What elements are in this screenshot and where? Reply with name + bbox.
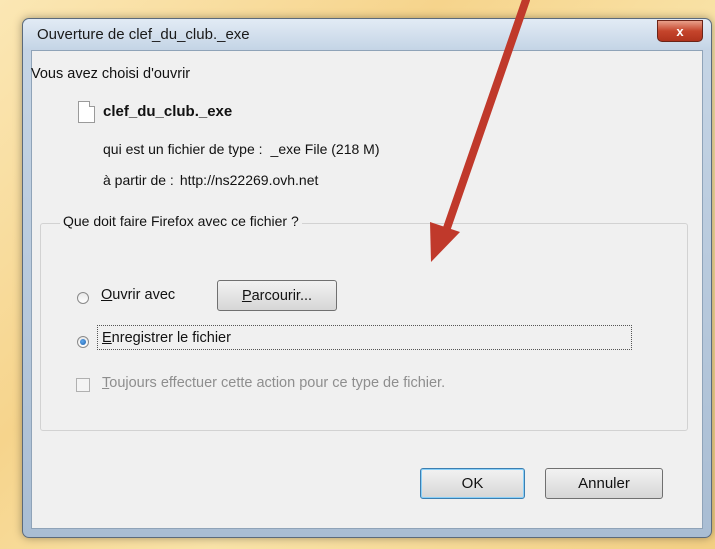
dialog-title: Ouverture de clef_du_club._exe — [37, 26, 250, 43]
close-icon: x — [676, 23, 684, 39]
ok-button[interactable]: OK — [420, 468, 525, 499]
chosen-to-open-label: Vous avez choisi d'ouvrir — [31, 66, 191, 82]
file-name: clef_du_club._exe — [103, 103, 233, 120]
source-url: http://ns22269.ovh.net — [179, 172, 319, 188]
save-file-radio[interactable] — [77, 336, 89, 348]
file-type-value-end: ) — [374, 141, 380, 157]
save-file-label[interactable]: Enregistrer le fichier — [102, 330, 231, 346]
open-with-radio[interactable] — [77, 292, 89, 304]
file-icon — [78, 101, 95, 123]
action-group-label: Que doit faire Firefox avec ce fichier ? — [60, 213, 302, 229]
browse-button[interactable]: Parcourir... — [217, 280, 337, 311]
file-type-line: qui est un fichier de type : _exe File (2… — [103, 141, 380, 157]
file-type-value: _exe File (218 M — [270, 141, 375, 157]
title-bar[interactable]: Ouverture de clef_du_club._exe x — [23, 19, 711, 49]
source-label: à partir de : — [103, 172, 174, 188]
always-do-this-checkbox[interactable] — [76, 378, 90, 392]
open-with-label[interactable]: Ouvrir avec — [101, 287, 175, 303]
file-type-label: qui est un fichier de type : — [103, 141, 263, 157]
cancel-button[interactable]: Annuler — [545, 468, 663, 499]
source-line: à partir de : http://ns22269.ovh.net — [103, 172, 318, 188]
always-do-this-label[interactable]: Toujours effectuer cette action pour ce … — [102, 375, 445, 391]
close-button[interactable]: x — [657, 20, 703, 42]
